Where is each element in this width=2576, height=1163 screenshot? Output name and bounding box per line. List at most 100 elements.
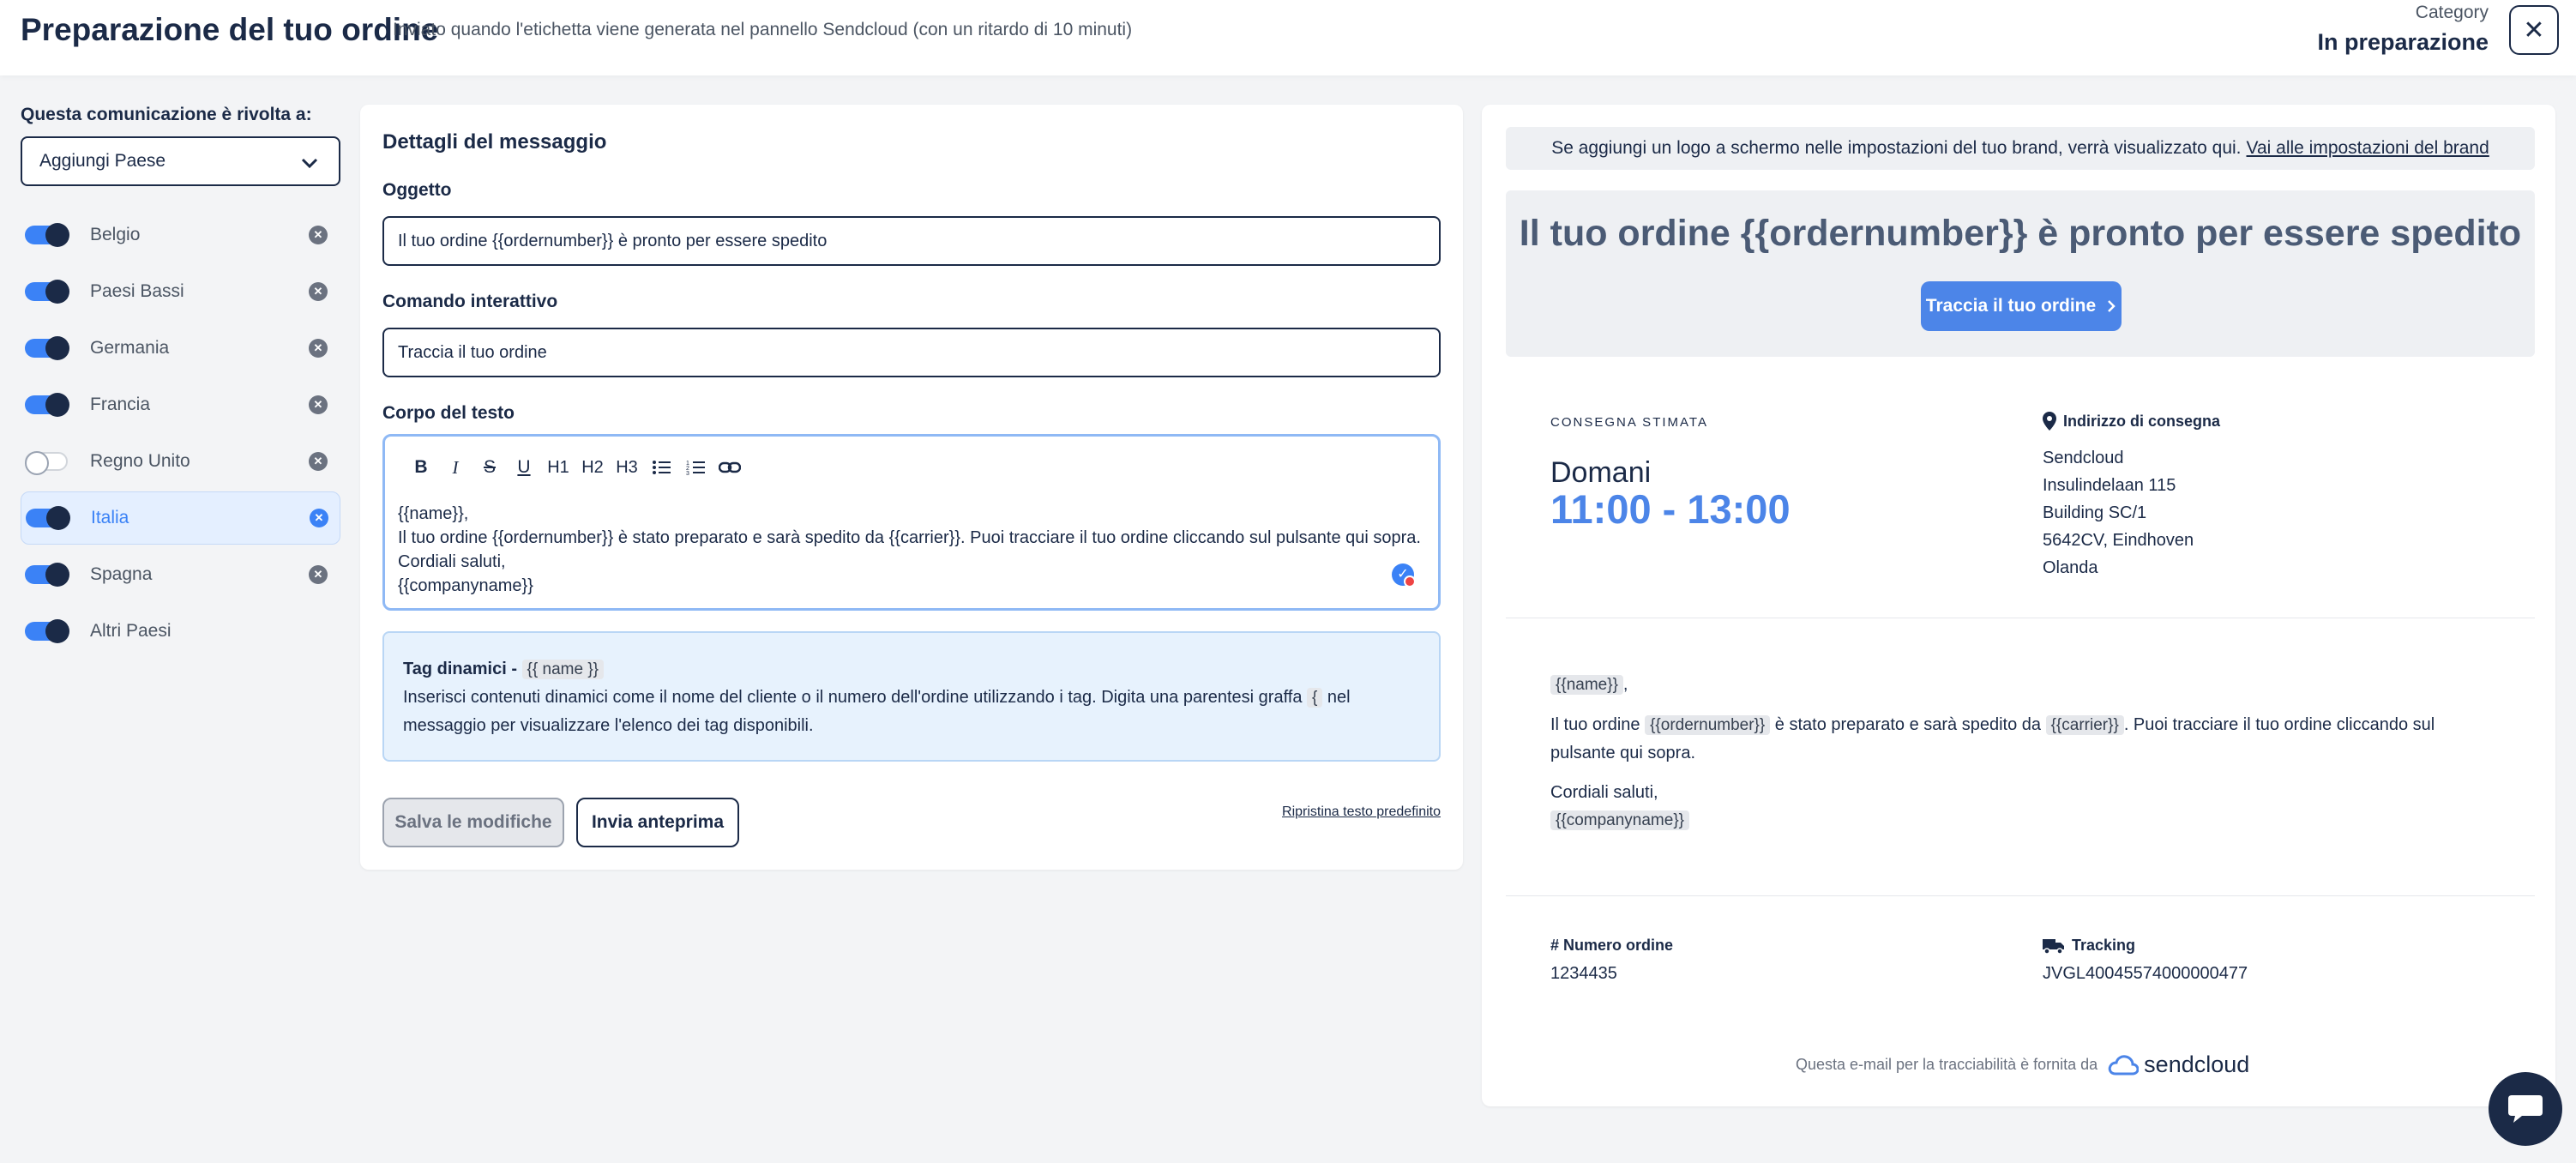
cloud-icon [2108,1054,2140,1075]
category-label: Category [2415,3,2489,22]
editor-toolbar: B I S U H1 H2 H3 123 [404,454,747,481]
tracking-value: JVGL40045574000000477 [2043,964,2248,983]
remove-country-icon[interactable]: ✕ [309,452,328,471]
truck-icon [2043,938,2064,955]
preview-email-body: {{name}}, Il tuo ordine {{ordernumber}} … [1550,671,2494,835]
remove-country-icon[interactable]: ✕ [309,395,328,414]
country-item-italia[interactable]: Italia ✕ [21,491,340,545]
bullet-list-icon[interactable] [644,454,678,481]
brand-settings-link[interactable]: Vai alle impostazioni del brand [2247,138,2489,159]
country-name: Regno Unito [90,451,190,471]
country-name: Francia [90,395,151,414]
heading1-button[interactable]: H1 [541,454,575,481]
country-item-regno-unito: Regno Unito ✕ [21,435,340,488]
tag-chip: {{companyname}} [1550,810,1690,830]
editor-line: {{companyname}} [398,576,533,595]
body-editor[interactable]: B I S U H1 H2 H3 123 {{name}}, Il tuo or… [382,434,1441,611]
country-toggle[interactable] [25,619,69,643]
brace-chip: { [1307,688,1323,708]
footer-text: Questa e-mail per la tracciabilità è for… [1796,1056,2098,1073]
editor-line: {{name}}, [398,504,469,523]
page-title: Preparazione del tuo ordine [21,12,439,47]
country-toggle[interactable] [26,506,70,530]
country-item-paesi-bassi: Paesi Bassi ✕ [21,265,340,318]
tag-chip: {{ name }} [521,660,605,679]
email-preview-card: Se aggiungi un logo a schermo nelle impo… [1482,105,2555,1106]
chevron-down-icon [301,158,318,169]
country-item-belgio: Belgio ✕ [21,208,340,262]
chevron-right-icon [2108,300,2116,312]
editor-line: Il tuo ordine {{ordernumber}} è stato pr… [398,528,1421,547]
remove-country-icon[interactable]: ✕ [309,282,328,301]
country-toggle[interactable] [25,336,69,360]
close-button[interactable]: ✕ [2509,5,2559,55]
strikethrough-icon[interactable]: S [472,454,507,481]
add-country-select[interactable]: Aggiungi Paese [21,136,340,186]
editor-content[interactable]: {{name}}, Il tuo ordine {{ordernumber}} … [398,502,1421,598]
country-name: Italia [91,508,129,527]
grammar-check-icon[interactable]: ✓ [1392,563,1416,588]
chat-bubble-icon [2508,1095,2543,1123]
country-toggle[interactable] [25,393,69,417]
tag-chip: {{carrier}} [2045,715,2124,735]
remove-country-icon[interactable]: ✕ [309,565,328,584]
address-title-text: Indirizzo di consegna [2063,412,2221,430]
location-pin-icon [2043,412,2056,431]
dynamic-tags-info: Tag dinamici - {{ name }} Inserisci cont… [382,631,1441,762]
send-preview-button[interactable]: Invia anteprima [576,798,739,847]
bold-icon[interactable]: B [404,454,438,481]
italic-icon[interactable]: I [438,454,472,481]
logo-note: Se aggiungi un logo a schermo nelle impo… [1506,127,2535,170]
preview-body-text: Il tuo ordine [1550,715,1646,734]
tracking-title: Tracking [2043,937,2135,955]
country-toggle[interactable] [25,451,68,475]
address-lines: Sendcloud Insulindelaan 115 Building SC/… [2043,444,2194,582]
cta-input[interactable]: Traccia il tuo ordine [382,328,1441,377]
category-value: In preparazione [2317,29,2489,55]
dynamic-tags-text: Inserisci contenuti dinamici come il nom… [403,688,1308,707]
address-line: Insulindelaan 115 [2043,476,2176,495]
order-number-value: 1234435 [1550,964,1617,983]
order-number-title: # Numero ordine [1550,937,1674,954]
remove-country-icon[interactable]: ✕ [310,509,328,527]
country-item-altri-paesi: Altri Paesi [21,605,340,658]
brand-name: sendcloud [2144,1052,2250,1077]
add-country-select-value: Aggiungi Paese [39,151,166,171]
save-button[interactable]: Salva le modifiche [382,798,564,847]
country-name: Belgio [90,225,141,244]
country-item-spagna: Spagna ✕ [21,548,340,601]
track-order-label: Traccia il tuo ordine [1925,296,2097,316]
underline-icon[interactable]: U [507,454,541,481]
reset-default-link[interactable]: Ripristina testo predefinito [1282,804,1441,820]
message-details-card: Dettagli del messaggio Oggetto Il tuo or… [360,105,1463,870]
greeting-suffix: , [1622,675,1628,694]
link-icon[interactable] [713,454,747,481]
tag-chip: {{name}} [1550,675,1623,695]
divider [1506,895,2535,896]
numbered-list-icon[interactable]: 123 [678,454,713,481]
country-toggle[interactable] [25,223,69,247]
remove-country-icon[interactable]: ✕ [309,339,328,358]
heading2-button[interactable]: H2 [575,454,610,481]
address-line: Olanda [2043,558,2098,577]
country-toggle[interactable] [25,280,69,304]
track-order-button[interactable]: Traccia il tuo ordine [1921,281,2122,331]
body-label: Corpo del testo [382,403,515,423]
heading3-button[interactable]: H3 [610,454,644,481]
address-title: Indirizzo di consegna [2043,412,2220,431]
logo-note-text: Se aggiungi un logo a schermo nelle impo… [1551,138,2242,158]
message-details-title: Dettagli del messaggio [382,130,607,154]
country-toggle[interactable] [25,563,69,587]
remove-country-icon[interactable]: ✕ [309,226,328,244]
preview-closing: Cordiali saluti, [1550,783,1658,802]
country-name: Germania [90,338,170,358]
svg-text:3: 3 [686,471,689,476]
subject-input[interactable]: Il tuo ordine {{ordernumber}} è pronto p… [382,216,1441,266]
chat-button[interactable] [2489,1072,2562,1146]
tag-chip: {{ordernumber}} [1645,715,1771,735]
address-line: Sendcloud [2043,449,2124,467]
audience-label: Questa comunicazione è rivolta a: [21,105,312,124]
subject-label: Oggetto [382,180,452,200]
delivery-label: CONSEGNA STIMATA [1550,415,1708,430]
page-header: Preparazione del tuo ordine Inviato quan… [0,0,2576,75]
